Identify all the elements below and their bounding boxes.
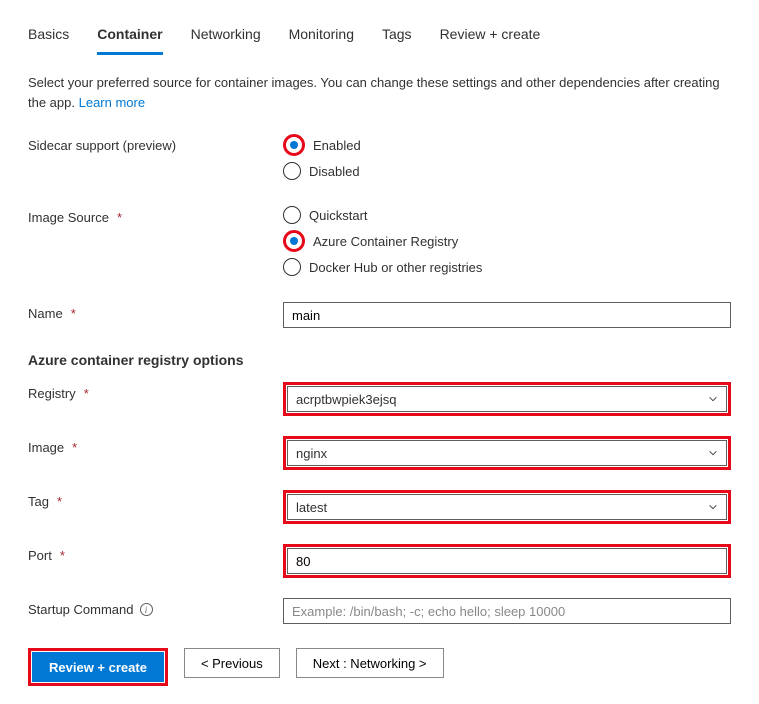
sidecar-label: Sidecar support (preview) bbox=[28, 134, 283, 153]
image-dropdown[interactable]: nginx bbox=[287, 440, 727, 466]
radio-label: Docker Hub or other registries bbox=[309, 260, 482, 275]
sidecar-radio-group: Enabled Disabled bbox=[283, 134, 731, 180]
chevron-down-icon bbox=[708, 502, 718, 512]
sidecar-enabled-radio[interactable]: Enabled bbox=[283, 134, 731, 156]
tab-review[interactable]: Review + create bbox=[440, 20, 541, 55]
tab-basics[interactable]: Basics bbox=[28, 20, 69, 55]
next-button[interactable]: Next : Networking > bbox=[296, 648, 444, 678]
source-docker-radio[interactable]: Docker Hub or other registries bbox=[283, 258, 731, 276]
learn-more-link[interactable]: Learn more bbox=[79, 95, 145, 110]
footer-actions: Review + create < Previous Next : Networ… bbox=[28, 648, 731, 686]
dropdown-value: nginx bbox=[296, 446, 327, 461]
sidecar-disabled-radio[interactable]: Disabled bbox=[283, 162, 731, 180]
required-asterisk: * bbox=[57, 494, 62, 509]
radio-label: Azure Container Registry bbox=[313, 234, 458, 249]
chevron-down-icon bbox=[708, 448, 718, 458]
dropdown-value: latest bbox=[296, 500, 327, 515]
chevron-down-icon bbox=[708, 394, 718, 404]
radio-label: Disabled bbox=[309, 164, 360, 179]
registry-label: Registry * bbox=[28, 382, 283, 401]
radio-icon bbox=[283, 162, 301, 180]
required-asterisk: * bbox=[60, 548, 65, 563]
radio-icon bbox=[283, 230, 305, 252]
port-label: Port * bbox=[28, 544, 283, 563]
required-asterisk: * bbox=[71, 306, 76, 321]
name-label: Name * bbox=[28, 302, 283, 321]
tab-networking[interactable]: Networking bbox=[191, 20, 261, 55]
radio-icon bbox=[283, 258, 301, 276]
tag-dropdown[interactable]: latest bbox=[287, 494, 727, 520]
label-text: Image bbox=[28, 440, 64, 455]
info-icon[interactable]: i bbox=[140, 603, 153, 616]
registry-dropdown[interactable]: acrptbwpiek3ejsq bbox=[287, 386, 727, 412]
source-acr-radio[interactable]: Azure Container Registry bbox=[283, 230, 731, 252]
image-source-radio-group: Quickstart Azure Container Registry Dock… bbox=[283, 206, 731, 276]
required-asterisk: * bbox=[72, 440, 77, 455]
required-asterisk: * bbox=[117, 210, 122, 225]
startup-command-input[interactable] bbox=[283, 598, 731, 624]
label-text: Startup Command bbox=[28, 602, 134, 617]
image-label: Image * bbox=[28, 436, 283, 455]
tab-container[interactable]: Container bbox=[97, 20, 162, 55]
name-input[interactable] bbox=[283, 302, 731, 328]
label-text: Name bbox=[28, 306, 63, 321]
tab-monitoring[interactable]: Monitoring bbox=[289, 20, 354, 55]
acr-section-title: Azure container registry options bbox=[28, 352, 731, 368]
port-input[interactable] bbox=[287, 548, 727, 574]
required-asterisk: * bbox=[84, 386, 89, 401]
review-create-button[interactable]: Review + create bbox=[32, 652, 164, 682]
source-quickstart-radio[interactable]: Quickstart bbox=[283, 206, 731, 224]
tab-tags[interactable]: Tags bbox=[382, 20, 412, 55]
label-text: Image Source bbox=[28, 210, 109, 225]
label-text: Tag bbox=[28, 494, 49, 509]
description-text: Select your preferred source for contain… bbox=[28, 73, 731, 112]
tab-bar: Basics Container Networking Monitoring T… bbox=[28, 20, 731, 55]
previous-button[interactable]: < Previous bbox=[184, 648, 280, 678]
dropdown-value: acrptbwpiek3ejsq bbox=[296, 392, 396, 407]
label-text: Registry bbox=[28, 386, 76, 401]
radio-icon bbox=[283, 134, 305, 156]
radio-label: Quickstart bbox=[309, 208, 368, 223]
radio-icon bbox=[283, 206, 301, 224]
label-text: Port bbox=[28, 548, 52, 563]
radio-label: Enabled bbox=[313, 138, 361, 153]
image-source-label: Image Source * bbox=[28, 206, 283, 225]
tag-label: Tag * bbox=[28, 490, 283, 509]
startup-command-label: Startup Command i bbox=[28, 598, 283, 617]
